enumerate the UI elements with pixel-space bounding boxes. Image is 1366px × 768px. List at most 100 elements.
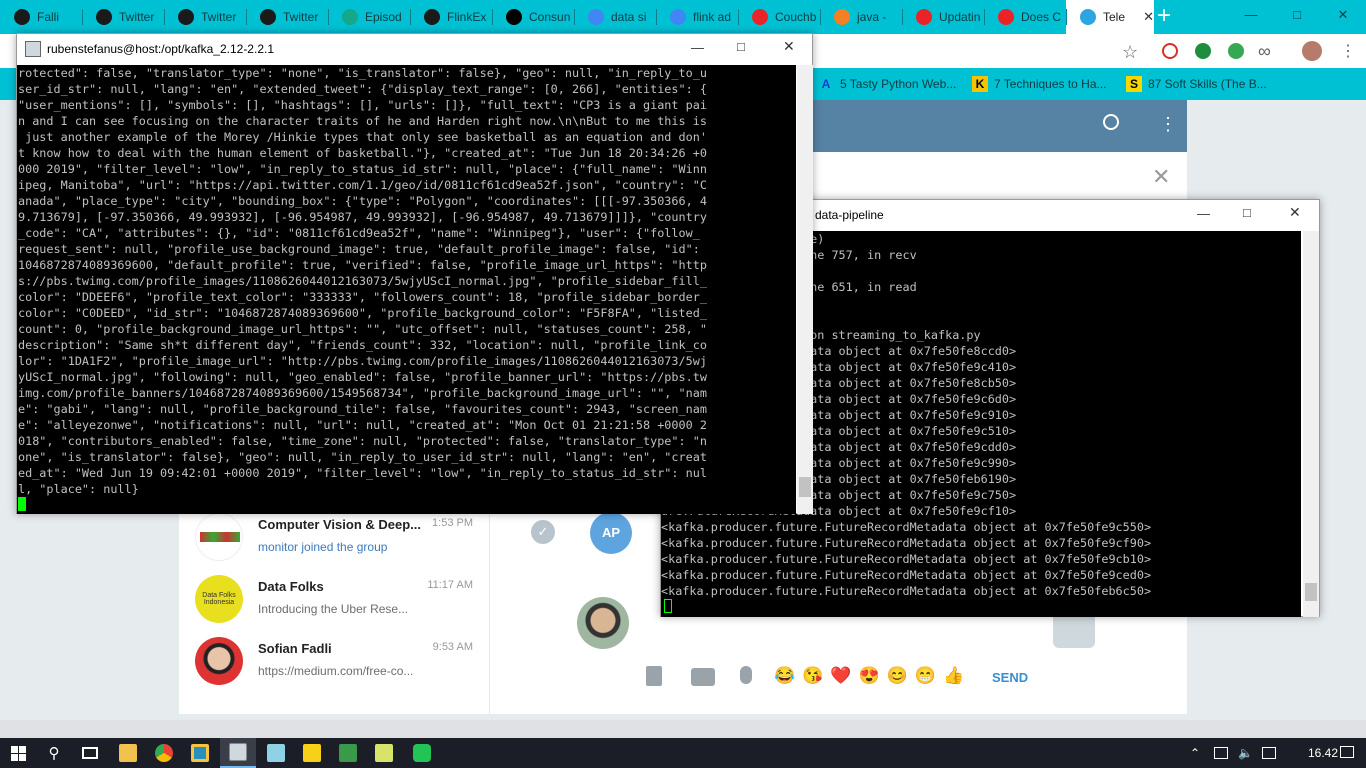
terminal-line: <kafka.producer.future.FutureRecordMetad… [661,584,1152,598]
extension-grammar-icon[interactable] [1228,43,1244,59]
emoji-button[interactable]: 😁 [915,666,936,686]
new-tab-button[interactable]: + [1150,4,1178,30]
stackoverflow-icon [834,9,850,25]
sticky-app-icon[interactable] [182,738,218,768]
avatar [195,637,243,685]
bookmark-item[interactable]: K 7 Techniques to Ha... [972,68,1107,100]
scrollbar-thumb[interactable] [1305,583,1317,601]
windows-icon [10,745,26,761]
maximize-button[interactable]: □ [1274,0,1320,30]
terminal-line: l, "place": null} [18,482,139,496]
minimize-button[interactable]: — [1228,0,1274,30]
line-icon[interactable] [404,738,440,768]
close-button[interactable]: ✕ [1289,204,1301,221]
start-button[interactable] [0,738,36,768]
minimize-button[interactable]: — [1197,206,1210,221]
browser-tab[interactable]: data si [574,0,656,34]
chat-preview: monitor joined the group [258,540,388,554]
minimize-button[interactable]: — [691,40,704,55]
scrollbar[interactable] [1303,231,1319,617]
extension-globe-icon[interactable] [1195,43,1211,59]
browser-tab[interactable]: Updatin [902,0,984,34]
chat-name: Data Folks [258,579,324,594]
network-icon[interactable] [1214,747,1228,759]
chrome-menu-icon[interactable]: ⋮ [1340,41,1356,61]
browser-tab[interactable]: java - [820,0,902,34]
sticker-icon[interactable] [1053,612,1095,648]
bookmark-item[interactable]: A 5 Tasty Python Web... [818,68,957,100]
file-explorer-icon[interactable] [110,738,146,768]
tab-separator [82,9,83,25]
terminal-window-kafka[interactable]: rubenstefanus@host:/opt/kafka_2.12-2.2.1… [16,33,813,514]
emoji-button[interactable]: 👍 [943,666,964,686]
more-menu-icon[interactable]: ⋮ [1159,114,1177,134]
volume-icon[interactable]: 🔈 [1238,746,1253,760]
chevron-up-icon[interactable]: ⌃ [1190,746,1200,760]
app-icon[interactable] [294,738,330,768]
emoji-button[interactable]: 😘 [802,666,823,686]
terminal-line: t know how to deal with the human elemen… [18,146,707,160]
language-icon[interactable] [1262,747,1276,759]
avatar [577,597,629,649]
bookmark-favicon-icon: S [1126,76,1142,92]
notifications-icon[interactable] [1340,746,1354,758]
chrome-icon[interactable] [146,738,182,768]
close-button[interactable]: ✕ [1320,0,1366,30]
send-button[interactable]: SEND [992,670,1028,685]
tab-label: FlinkEx [447,10,487,24]
search-icon[interactable]: ⚲ [36,738,72,768]
terminal-line: 000 2019", "filter_level": "low", "in_re… [18,162,707,176]
browser-tab[interactable]: Tele ✕ [1066,0,1154,34]
scrollbar-thumb[interactable] [799,477,811,497]
bookmark-star-icon[interactable]: ☆ [1122,42,1138,63]
browser-tab[interactable]: Falli [0,0,82,34]
emoji-button[interactable]: 😊 [887,666,908,686]
avatar: Data Folks Indonesia [195,575,243,623]
emoji-button[interactable]: ❤️ [830,666,851,686]
scrollbar[interactable] [797,65,813,514]
browser-tab[interactable]: flink ad [656,0,738,34]
browser-tab[interactable]: Twitter [164,0,246,34]
microphone-icon[interactable] [740,666,752,684]
attach-file-icon[interactable] [646,666,666,686]
browser-tab[interactable]: Couchb [738,0,820,34]
clock[interactable]: 16.42 [1308,746,1338,760]
close-panel-icon[interactable]: ✕ [1152,164,1170,190]
task-view-icon[interactable] [72,738,108,768]
media-icon [14,9,30,25]
browser-tab[interactable]: Episod [328,0,410,34]
chat-item[interactable]: Data Folks Indonesia Data Folks 11:17 AM… [179,568,489,630]
bookmark-item[interactable]: S 87 Soft Skills (The B... [1126,68,1267,100]
terminal-line: <kafka.producer.future.FutureRecordMetad… [661,520,1152,534]
browser-tab[interactable]: Twitter [82,0,164,34]
extension-block-icon[interactable] [1162,43,1178,59]
chat-item[interactable]: Sofian Fadli 9:53 AM https://medium.com/… [179,630,489,692]
putty-taskbar-icon[interactable] [220,738,256,768]
close-button[interactable]: ✕ [783,38,795,55]
tab-label: Twitter [201,10,237,24]
maximize-button[interactable]: □ [1243,205,1251,220]
browser-tab[interactable]: Does C [984,0,1066,34]
terminal-line: 9.713679], [-97.350366, 49.993932], [-96… [18,210,707,224]
search-icon[interactable] [1103,114,1119,130]
window-title: rubenstefanus@host:/opt/kafka_2.12-2.2.1 [47,42,274,56]
terminal-line: img.com/profile_banners/1046872874089369… [18,386,707,400]
extension-link-icon[interactable]: ∞ [1258,41,1271,62]
terminal-cursor [664,599,672,613]
notes-icon[interactable] [366,738,402,768]
browser-tab[interactable]: FlinkEx [410,0,492,34]
network-tool-icon[interactable] [330,738,366,768]
emoji-button[interactable]: 😂 [774,666,795,686]
maximize-button[interactable]: □ [737,39,745,54]
browser-tab[interactable]: Twitter [246,0,328,34]
camera-icon[interactable] [691,668,715,686]
chat-item[interactable]: Computer Vision & Deep... 1:53 PM monito… [179,506,489,568]
emoji-button[interactable]: 😍 [859,666,880,686]
tab-label: Falli [37,10,60,24]
tab-separator [328,9,329,25]
couchbase-icon [916,9,932,25]
profile-avatar[interactable] [1302,41,1322,61]
tab-label: Tele [1103,10,1126,24]
browser-tab[interactable]: Consun [492,0,574,34]
notepad-icon[interactable] [258,738,294,768]
